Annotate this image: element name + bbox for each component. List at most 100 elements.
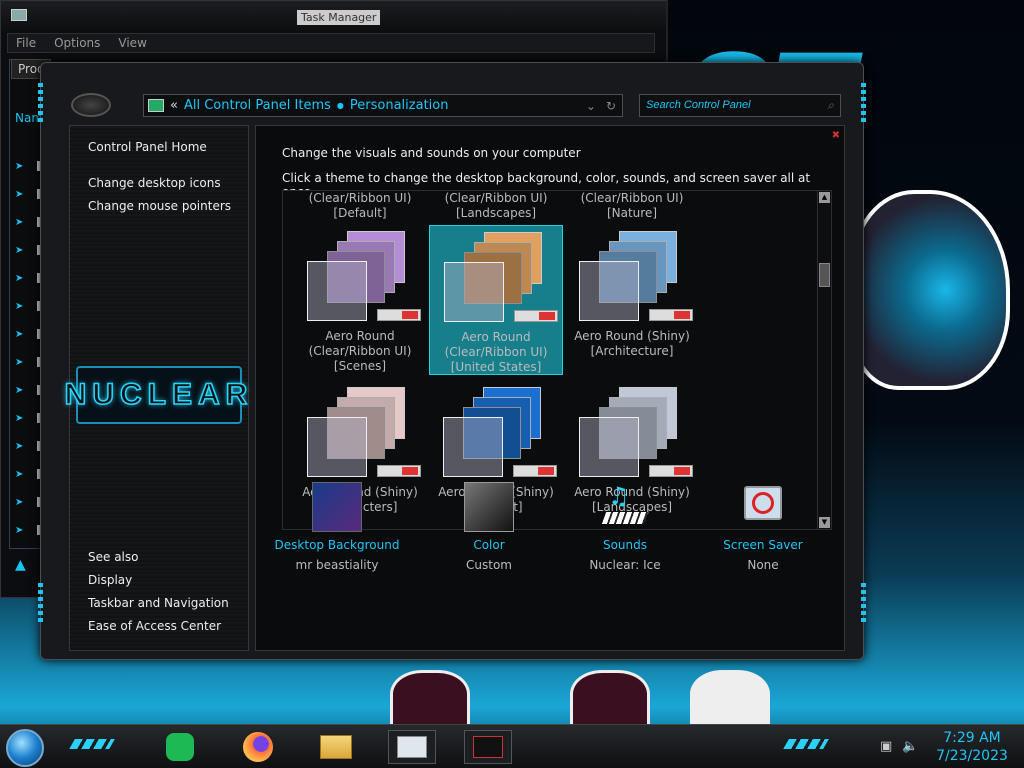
close-icon xyxy=(539,312,555,320)
theme-gallery[interactable]: (Clear/Ribbon UI) [Default] (Clear/Ribbo… xyxy=(282,190,832,530)
theme-name-line1: Aero Round xyxy=(461,330,531,344)
process-row[interactable]: ➤ xyxy=(15,299,43,313)
taskbar-and-navigation-link[interactable]: Taskbar and Navigation xyxy=(88,596,229,610)
process-row[interactable]: ➤ xyxy=(15,467,43,481)
theme-tile[interactable]: Aero Round (Shiny) [Architecture] xyxy=(565,225,699,375)
breadcrumb-overflow[interactable]: « xyxy=(170,98,178,113)
screen-saver-item[interactable]: Screen Saver None xyxy=(698,482,828,572)
theme-tile[interactable]: Aero Round (Clear/Ribbon UI) [United State… xyxy=(429,225,563,375)
menu-options[interactable]: Options xyxy=(54,36,100,50)
color-item[interactable]: Color Custom xyxy=(424,482,554,572)
task-manager-titlebar[interactable]: Task Manager xyxy=(1,1,666,31)
process-row[interactable]: ➤ xyxy=(15,411,43,425)
change-mouse-pointers-link[interactable]: Change mouse pointers xyxy=(88,199,231,213)
menu-view[interactable]: View xyxy=(118,36,146,50)
refresh-icon[interactable]: ↻ xyxy=(606,99,616,113)
theme-preview-glass xyxy=(579,417,639,477)
theme-preview-titlebar xyxy=(513,465,557,477)
control-panel-home-link[interactable]: Control Panel Home xyxy=(88,140,207,154)
control-panel-window[interactable]: « All Control Panel Items ● Personalizat… xyxy=(38,62,866,660)
theme-preview-titlebar xyxy=(377,309,421,321)
back-forward-orb[interactable] xyxy=(71,93,111,117)
theme-label-line: [Nature] xyxy=(606,206,658,220)
theme-preview-glass xyxy=(444,262,504,322)
breadcrumb-personalization[interactable]: Personalization xyxy=(350,98,449,113)
wallpaper-figure xyxy=(850,190,1010,390)
control-panel-icon xyxy=(148,99,164,112)
taskbar-app-spotify[interactable] xyxy=(156,730,204,764)
clock[interactable]: 7:29 AM 7/23/2023 xyxy=(926,729,1018,765)
close-icon xyxy=(538,467,554,475)
process-row[interactable]: ➤ xyxy=(15,439,43,453)
nuclear-logo: NUCLEAR xyxy=(64,366,248,424)
desktop-background-item[interactable]: Desktop Background mr beastiality xyxy=(272,482,402,572)
process-row[interactable]: ➤ xyxy=(15,495,43,509)
gallery-scrollbar[interactable]: ▲ ▼ xyxy=(817,191,831,529)
theme-preview xyxy=(579,231,693,323)
sounds-link[interactable]: Sounds xyxy=(560,538,690,552)
process-row[interactable]: ➤ xyxy=(15,383,43,397)
process-row[interactable]: ➤ xyxy=(15,187,43,201)
process-row[interactable]: ➤ xyxy=(15,271,43,285)
taskbar-app-task-manager[interactable] xyxy=(388,730,436,764)
process-arrow-icon: ➤ xyxy=(15,440,24,452)
taskbar: ▣ 🔈 7:29 AM 7/23/2023 xyxy=(0,724,1024,768)
process-row[interactable]: ➤ xyxy=(15,327,43,341)
theme-label-partial[interactable]: (Clear/Ribbon UI) [Nature] xyxy=(565,191,699,221)
start-button[interactable] xyxy=(6,729,44,767)
ease-of-access-center-link[interactable]: Ease of Access Center xyxy=(88,619,221,633)
taskbar-app-control-panel[interactable] xyxy=(464,730,512,764)
process-arrow-icon: ➤ xyxy=(15,300,24,312)
process-arrow-icon: ➤ xyxy=(15,188,24,200)
menu-file[interactable]: File xyxy=(16,36,36,50)
color-link[interactable]: Color xyxy=(424,538,554,552)
theme-preview xyxy=(307,387,421,479)
page-title: Change the visuals and sounds on your co… xyxy=(282,146,581,160)
search-input[interactable]: Search Control Panel ⌕ xyxy=(639,94,841,117)
theme-label-partial[interactable]: (Clear/Ribbon UI) [Default] xyxy=(293,191,427,221)
close-icon[interactable]: ✖ xyxy=(832,130,840,141)
process-row[interactable]: ➤ xyxy=(15,159,43,173)
theme-preview-glass xyxy=(443,417,503,477)
desktop-background-link[interactable]: Desktop Background xyxy=(272,538,402,552)
search-icon[interactable]: ⌕ xyxy=(827,98,834,113)
sounds-value: Nuclear: Ice xyxy=(589,558,661,572)
process-arrow-icon: ➤ xyxy=(15,244,24,256)
sounds-item[interactable]: ♫ Sounds Nuclear: Ice xyxy=(560,482,690,572)
network-icon[interactable]: ▣ xyxy=(880,739,892,754)
address-bar[interactable]: « All Control Panel Items ● Personalizat… xyxy=(143,94,623,117)
display-link[interactable]: Display xyxy=(88,573,132,587)
theme-name-line2: [Architecture] xyxy=(590,344,674,358)
task-manager-menubar: File Options View xyxy=(7,33,655,53)
process-arrow-icon: ➤ xyxy=(15,160,24,172)
dropdown-icon[interactable]: ⌄ xyxy=(586,99,596,113)
search-placeholder: Search Control Panel xyxy=(646,99,751,111)
theme-preview xyxy=(444,232,558,324)
desktop-background-icon xyxy=(312,482,362,532)
change-desktop-icons-link[interactable]: Change desktop icons xyxy=(88,176,221,190)
system-tray: ▣ 🔈 xyxy=(880,739,918,754)
taskbar-app-firefox[interactable] xyxy=(234,730,282,764)
theme-label-partial[interactable]: (Clear/Ribbon UI) [Landscapes] xyxy=(429,191,563,221)
main-content: ✖ Change the visuals and sounds on your … xyxy=(255,125,845,651)
theme-tile[interactable]: Aero Round (Clear/Ribbon UI) [Scenes] xyxy=(293,225,427,375)
scroll-up-icon[interactable]: ▲ xyxy=(819,192,830,203)
process-row[interactable]: ➤ xyxy=(15,243,43,257)
color-value: Custom xyxy=(466,558,512,572)
task-manager-icon xyxy=(11,9,27,21)
process-row[interactable]: ➤ xyxy=(15,215,43,229)
breadcrumb-all-control-panel-items[interactable]: All Control Panel Items xyxy=(184,98,331,113)
process-arrow-icon: ➤ xyxy=(15,384,24,396)
breadcrumb-separator-icon[interactable]: ● xyxy=(337,101,344,110)
volume-icon[interactable]: 🔈 xyxy=(902,739,918,754)
arrow-up-icon[interactable]: ▲ xyxy=(15,557,26,573)
process-row[interactable]: ➤ xyxy=(15,523,43,537)
process-row[interactable]: ➤ xyxy=(15,355,43,369)
folder-icon xyxy=(320,735,352,759)
taskbar-app-file-explorer[interactable] xyxy=(312,730,360,764)
scroll-thumb[interactable] xyxy=(819,263,830,287)
process-arrow-icon: ➤ xyxy=(15,328,24,340)
clock-time: 7:29 AM xyxy=(943,730,1001,746)
screen-saver-link[interactable]: Screen Saver xyxy=(698,538,828,552)
theme-label-line: [Landscapes] xyxy=(455,206,537,220)
